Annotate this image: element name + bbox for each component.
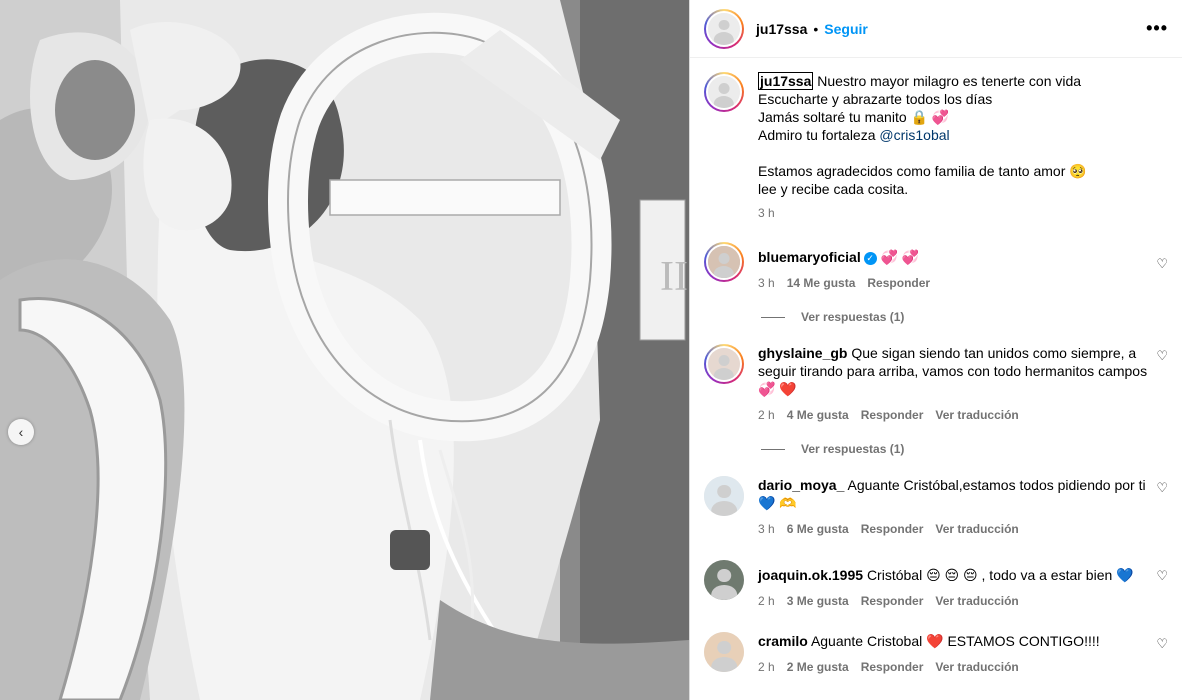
reply-button[interactable]: Responder — [861, 658, 924, 676]
comment-username[interactable]: ghyslaine_gb — [758, 345, 847, 361]
comment-meta: 3 h 6 Me gusta Responder Ver traducción — [758, 520, 1148, 538]
carousel-previous-button[interactable]: ‹ — [8, 419, 34, 445]
verified-badge-icon: ✓ — [863, 251, 877, 265]
user-placeholder-icon — [704, 476, 744, 516]
comment-text: Aguante Cristobal ❤️ ESTAMOS CONTIGO!!!! — [810, 633, 1100, 649]
separator-dot: • — [813, 20, 819, 37]
view-replies-button[interactable]: Ver respuestas (1) — [690, 442, 1182, 456]
view-replies-label: Ver respuestas (1) — [801, 310, 905, 324]
commenter-avatar[interactable] — [704, 242, 744, 282]
user-placeholder-icon — [704, 632, 744, 672]
follow-button[interactable]: Seguir — [824, 21, 868, 37]
comment-meta: 2 h 4 Me gusta Responder Ver traducción — [758, 406, 1148, 424]
comment-time[interactable]: 3 h — [758, 520, 775, 538]
comment-emoji: 💙 🫶 — [758, 495, 797, 511]
comment-text: 💞 💞 — [880, 249, 920, 265]
hospital-photo: II — [0, 0, 689, 700]
reply-button[interactable]: Responder — [867, 274, 930, 292]
commenter-avatar[interactable] — [704, 344, 744, 384]
comment-text: Aguante Cristóbal,estamos todos pidiendo… — [847, 477, 1146, 493]
post-header: ju17ssa • Seguir ••• — [690, 0, 1182, 58]
caption-line: Admiro tu fortaleza — [758, 127, 876, 143]
comment-username[interactable]: bluemaryoficial — [758, 249, 861, 265]
reply-button[interactable]: Responder — [861, 592, 924, 610]
comment-likes[interactable]: 2 Me gusta — [787, 658, 849, 676]
comment-time[interactable]: 2 h — [758, 592, 775, 610]
comment: dario_moya_ Aguante Cristóbal,estamos to… — [690, 476, 1182, 538]
comment-time[interactable]: 3 h — [758, 274, 775, 292]
caption-line: Estamos agradecidos como familia de tant… — [758, 163, 1087, 179]
comment-username[interactable]: cramilo — [758, 633, 808, 649]
commenter-avatar[interactable] — [704, 476, 744, 516]
comment: bluemaryoficial ✓ 💞 💞 3 h 14 Me gusta Res… — [690, 242, 1182, 292]
more-options-icon[interactable]: ••• — [1146, 18, 1168, 39]
like-heart-icon[interactable]: ♡ — [1156, 636, 1168, 652]
view-replies-button[interactable]: Ver respuestas (1) — [690, 310, 1182, 324]
divider-line — [761, 316, 785, 318]
commenter-avatar[interactable] — [704, 560, 744, 600]
translate-button[interactable]: Ver traducción — [935, 520, 1018, 538]
comment-text: Cristóbal 😔 😔 😔 , todo va a estar bien 💙 — [866, 567, 1134, 583]
comment-likes[interactable]: 14 Me gusta — [787, 274, 856, 292]
post-image[interactable]: II ‹ — [0, 0, 689, 700]
commenter-avatar[interactable] — [704, 632, 744, 672]
mention-link[interactable]: @cris1obal — [879, 127, 949, 143]
divider-line — [761, 448, 785, 450]
user-placeholder-icon — [708, 12, 740, 45]
caption-line: Nuestro mayor milagro es tenerte con vid… — [817, 73, 1082, 89]
like-heart-icon[interactable]: ♡ — [1156, 256, 1168, 272]
author-username[interactable]: ju17ssa — [756, 21, 807, 37]
translate-button[interactable]: Ver traducción — [935, 592, 1018, 610]
reply-button[interactable]: Responder — [861, 520, 924, 538]
comment-time[interactable]: 2 h — [758, 658, 775, 676]
caption-line: lee y recibe cada cosita. — [758, 181, 909, 197]
user-placeholder-icon — [708, 76, 740, 108]
comment-emoji: 💞 ❤️ — [758, 381, 797, 397]
comment-likes[interactable]: 4 Me gusta — [787, 406, 849, 424]
comment-time[interactable]: 2 h — [758, 406, 775, 424]
svg-text:II: II — [660, 254, 688, 300]
comment-username[interactable]: dario_moya_ — [758, 477, 844, 493]
caption-time[interactable]: 3 h — [758, 204, 1087, 222]
comment-meta: 2 h 2 Me gusta Responder Ver traducción — [758, 658, 1148, 676]
reply-button[interactable]: Responder — [861, 406, 924, 424]
user-placeholder-icon — [704, 560, 744, 600]
comment-likes[interactable]: 3 Me gusta — [787, 592, 849, 610]
caption-avatar[interactable] — [704, 72, 744, 112]
comment: cramilo Aguante Cristobal ❤️ ESTAMOS CON… — [690, 632, 1182, 676]
post-viewer: II ‹ ju17ssa • Seguir ••• ju17ssa Nuestr… — [0, 0, 1182, 700]
comment: ghyslaine_gb Que sigan siendo tan unidos… — [690, 344, 1182, 424]
caption-username[interactable]: ju17ssa — [758, 72, 814, 90]
comment-meta: 3 h 14 Me gusta Responder — [758, 274, 1148, 292]
comment-username[interactable]: joaquin.ok.1995 — [758, 567, 863, 583]
comment: joaquin.ok.1995 Cristóbal 😔 😔 😔 , todo v… — [690, 560, 1182, 610]
comments-panel: ju17ssa • Seguir ••• ju17ssa Nuestro may… — [689, 0, 1182, 700]
author-avatar[interactable] — [704, 8, 744, 49]
translate-button[interactable]: Ver traducción — [935, 658, 1018, 676]
like-heart-icon[interactable]: ♡ — [1156, 348, 1168, 364]
caption-line: Escucharte y abrazarte todos los días — [758, 91, 993, 107]
view-replies-label: Ver respuestas (1) — [801, 442, 905, 456]
comment-likes[interactable]: 6 Me gusta — [787, 520, 849, 538]
user-placeholder-icon — [708, 246, 740, 278]
post-caption: ju17ssa Nuestro mayor milagro es tenerte… — [690, 58, 1182, 222]
caption-line: Jamás soltaré tu manito 🔒 💞 — [758, 109, 950, 125]
like-heart-icon[interactable]: ♡ — [1156, 480, 1168, 496]
like-heart-icon[interactable]: ♡ — [1156, 568, 1168, 584]
user-placeholder-icon — [708, 348, 740, 380]
translate-button[interactable]: Ver traducción — [935, 406, 1018, 424]
chevron-left-icon: ‹ — [18, 424, 24, 440]
comment-meta: 2 h 3 Me gusta Responder Ver traducción — [758, 592, 1148, 610]
